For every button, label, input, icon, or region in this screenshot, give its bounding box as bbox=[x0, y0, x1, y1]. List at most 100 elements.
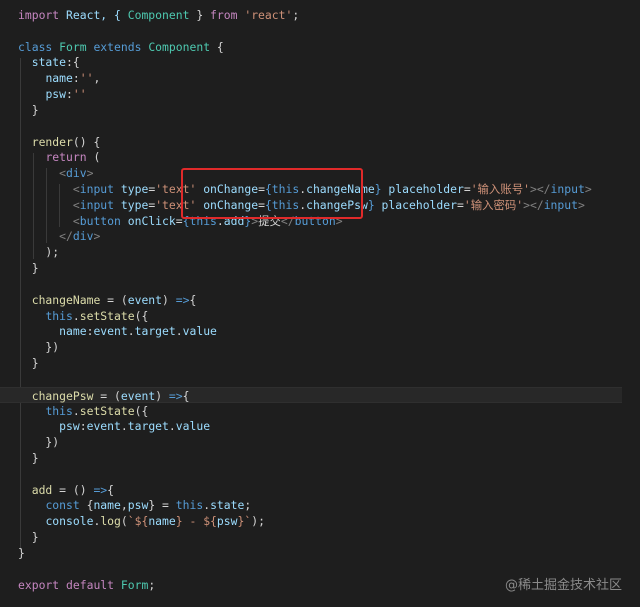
code-token: ); bbox=[251, 514, 265, 529]
code-token: extends bbox=[93, 39, 142, 54]
code-token: console bbox=[45, 514, 94, 529]
code-line[interactable]: </div> bbox=[0, 228, 640, 244]
code-line[interactable] bbox=[0, 276, 640, 292]
code-token: { bbox=[210, 39, 224, 54]
code-line[interactable]: class Form extends Component { bbox=[0, 39, 640, 55]
code-line[interactable]: this.setState({ bbox=[0, 403, 640, 419]
code-token: input bbox=[543, 197, 578, 212]
code-token: render bbox=[31, 134, 73, 149]
code-line[interactable]: } bbox=[0, 260, 640, 276]
code-token: }) bbox=[18, 435, 60, 450]
code-token: name bbox=[93, 498, 121, 513]
code-token: div bbox=[66, 166, 87, 181]
code-line[interactable]: state:{ bbox=[0, 54, 640, 70]
code-token: psw bbox=[59, 419, 80, 434]
code-token: value bbox=[175, 419, 211, 434]
code-line[interactable]: } bbox=[0, 355, 640, 371]
code-token: target bbox=[127, 419, 169, 434]
code-token: </ bbox=[529, 197, 544, 212]
code-line[interactable]: render() { bbox=[0, 134, 640, 150]
code-line[interactable]: const {name,psw} = this.state; bbox=[0, 497, 640, 513]
code-line[interactable]: name:event.target.value bbox=[0, 323, 640, 339]
code-token: event bbox=[93, 324, 128, 339]
code-token: from bbox=[210, 8, 238, 22]
code-token: = bbox=[463, 182, 471, 197]
code-line[interactable]: psw:event.target.value bbox=[0, 418, 640, 434]
code-line[interactable] bbox=[0, 466, 640, 482]
code-line[interactable]: } bbox=[0, 102, 640, 118]
code-token: value bbox=[182, 324, 217, 339]
code-token: psw bbox=[127, 498, 149, 513]
code-token: export bbox=[18, 577, 60, 592]
code-token: ({ bbox=[134, 308, 149, 323]
code-token: name bbox=[45, 71, 73, 86]
code-line[interactable]: ); bbox=[0, 244, 640, 260]
code-editor[interactable]: import React, { Component } from 'react'… bbox=[0, 0, 640, 607]
code-token: changeName bbox=[31, 292, 101, 307]
code-token: > bbox=[93, 229, 101, 244]
code-line[interactable]: psw:'' bbox=[0, 86, 640, 102]
code-token: type bbox=[120, 182, 149, 197]
code-line[interactable]: } bbox=[0, 545, 640, 561]
code-token: log bbox=[100, 514, 121, 529]
code-line[interactable]: name:'', bbox=[0, 70, 640, 86]
code-token: , bbox=[120, 498, 128, 513]
watermark: @稀土掘金技术社区 bbox=[504, 578, 622, 593]
code-token: event bbox=[127, 292, 163, 307]
code-line[interactable]: import React, { Component } from 'react'… bbox=[0, 7, 640, 23]
code-line[interactable] bbox=[0, 371, 640, 387]
code-token: ( bbox=[86, 150, 101, 165]
code-token: default bbox=[66, 577, 115, 592]
code-token: => bbox=[93, 482, 108, 497]
code-token: > bbox=[578, 197, 585, 212]
code-line[interactable]: }) bbox=[0, 339, 640, 355]
code-token: this bbox=[175, 498, 204, 513]
code-line[interactable]: return ( bbox=[0, 149, 640, 165]
code-token: </ bbox=[59, 229, 73, 244]
code-token: </ bbox=[536, 182, 551, 197]
code-token: ; bbox=[244, 498, 252, 513]
code-token: : bbox=[66, 87, 73, 102]
code-token: input bbox=[550, 182, 585, 197]
code-line[interactable]: }) bbox=[0, 434, 640, 450]
code-token: { bbox=[107, 482, 115, 497]
code-token: ) bbox=[162, 292, 176, 307]
code-line[interactable]: } bbox=[0, 529, 640, 545]
code-token: '输入密码' bbox=[463, 197, 524, 212]
code-line[interactable] bbox=[0, 118, 640, 134]
code-token: const bbox=[45, 498, 80, 513]
code-token: psw bbox=[216, 514, 238, 529]
code-token: import bbox=[18, 8, 60, 22]
code-token: . bbox=[168, 419, 176, 434]
code-token: '' bbox=[72, 87, 87, 102]
code-line[interactable]: changeName = (event) =>{ bbox=[0, 292, 640, 308]
code-line[interactable]: this.setState({ bbox=[0, 308, 640, 324]
code-line[interactable]: console.log(`${name} - ${psw}`); bbox=[0, 513, 640, 529]
code-token: } bbox=[18, 530, 39, 545]
code-token: add bbox=[31, 482, 53, 497]
code-line[interactable]: add = () =>{ bbox=[0, 482, 640, 498]
code-line[interactable]: } bbox=[0, 450, 640, 466]
code-token: this bbox=[45, 403, 73, 418]
code-token: } - ${ bbox=[175, 514, 217, 529]
code-line[interactable]: changePsw = (event) =>{ bbox=[0, 386, 622, 403]
code-token: > bbox=[86, 166, 94, 181]
code-token: = ( bbox=[93, 388, 121, 403]
code-token: state bbox=[210, 498, 245, 513]
code-token: > bbox=[523, 197, 530, 212]
code-line[interactable] bbox=[0, 23, 640, 39]
